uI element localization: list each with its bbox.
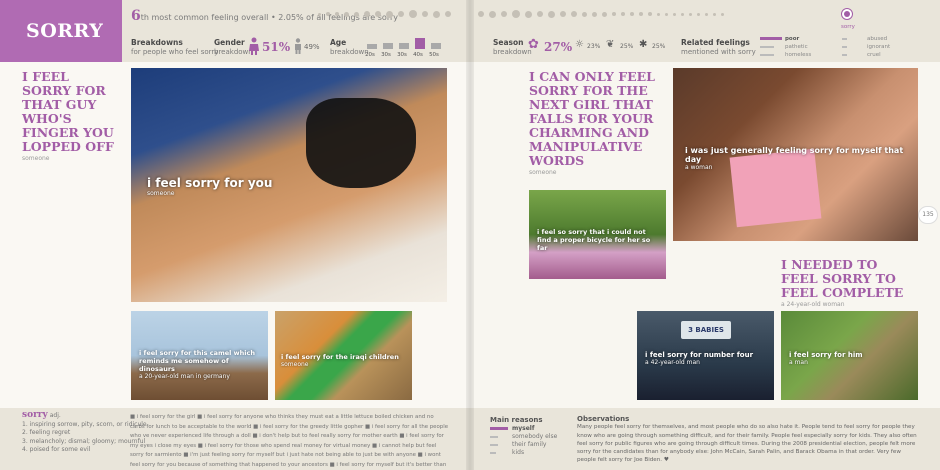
right-headline-1: I CAN ONLY FEEL SORRY FOR THE NEXT GIRL … [529,69,655,177]
lingerie-shape [306,98,416,188]
iraqi-caption: i feel sorry for the iraqi children someo… [281,353,399,368]
spring-percent: 27% [544,40,573,54]
leaf-icon: ❦ [606,39,615,50]
frequency-dots [318,10,451,18]
female-percent: 51% [262,40,291,54]
age-label-0: 20s [365,52,375,58]
license-plate: 3 BABIES [681,321,731,339]
related-col-2: abused ignorant cruel [842,35,890,59]
season-label: Season breakdown [493,38,532,56]
age-label-3: 40s [413,52,423,58]
bicycle-caption: i feel so sorry that i could not find a … [537,228,651,252]
gender-label: Gender breakdown [214,38,253,56]
plate-caption: i feel sorry for number four a 42-year-ol… [645,351,754,366]
right-headline-2: I NEEDED TO FEEL SORRY TO FEEL COMPLETE … [781,257,904,309]
observations: Observations Many people feel sorry for … [577,415,917,464]
male-icon [295,38,301,54]
left-page: SORRY 6th most common feeling overall • … [0,0,470,470]
female-icon [249,37,259,55]
breakdowns-label: Breakdowns for people who feel sorry [131,38,219,56]
male-percent: 49% [304,43,320,51]
license-plate-photo: 3 BABIES i feel sorry for number four a 4… [637,311,774,400]
age-label-4: 50s [429,52,439,58]
main-photo-caption: i feel sorry for you someone [147,176,273,197]
definition: sorry adj. 1. inspiring sorrow, pity, sc… [22,410,147,454]
woman-photo-caption: i was just generally feeling sorry for m… [685,146,904,171]
summer-percent: 23% [587,43,601,50]
age-bar-1 [383,43,393,49]
winter-percent: 25% [652,43,666,50]
related-col-1: poor pathetic homeless [760,35,811,59]
sun-icon: ☼ [575,39,584,50]
age-bar-0 [367,44,377,49]
age-label: Age breakdown [330,38,369,56]
age-label-1: 30s [381,52,391,58]
snowflake-icon: ✱ [639,39,648,50]
related-feelings-label: Related feelings mentioned with sorry [681,38,756,56]
woman-photo: i was just generally feeling sorry for m… [673,68,918,241]
bicycle-photo: i feel so sorry that i could not find a … [529,190,666,279]
fall-percent: 25% [620,43,634,50]
feeling-title: SORRY [0,0,122,62]
frequency-dots-right [478,10,724,18]
age-bars [367,38,441,49]
camel-photo: i feel sorry for this camel which remind… [131,311,268,400]
age-axis-labels: 20s 30s 30s 40s 50s [364,52,440,58]
page-number: 135 [918,206,938,224]
flower-icon: ✿ [528,37,539,52]
age-label-2: 30s [397,52,407,58]
sorry-marker-label: sorry [841,24,855,30]
age-bar-2 [399,43,409,49]
left-headline: I FEEL SORRY FOR THAT GUY WHO'S FINGER Y… [22,69,114,163]
age-bar-3 [415,38,425,49]
iraqi-children-photo: i feel sorry for the iraqi children someo… [275,311,412,400]
right-page: sorry Season breakdown ✿ 27% ☼ 23% ❦ 25% … [470,0,940,470]
monkey-caption: i feel sorry for him a man [789,351,863,366]
sorry-marker-dot [844,11,850,17]
book-gutter [466,0,474,470]
main-photo: i feel sorry for you someone [131,68,447,302]
main-reasons: Main reasons myself somebody else their … [490,416,558,456]
age-bar-4 [431,43,441,49]
feeling-stream: ■ i feel sorry for the girl ■ i feel sor… [130,414,449,468]
camel-caption: i feel sorry for this camel which remind… [139,349,255,380]
monkey-photo: i feel sorry for him a man [781,311,918,400]
